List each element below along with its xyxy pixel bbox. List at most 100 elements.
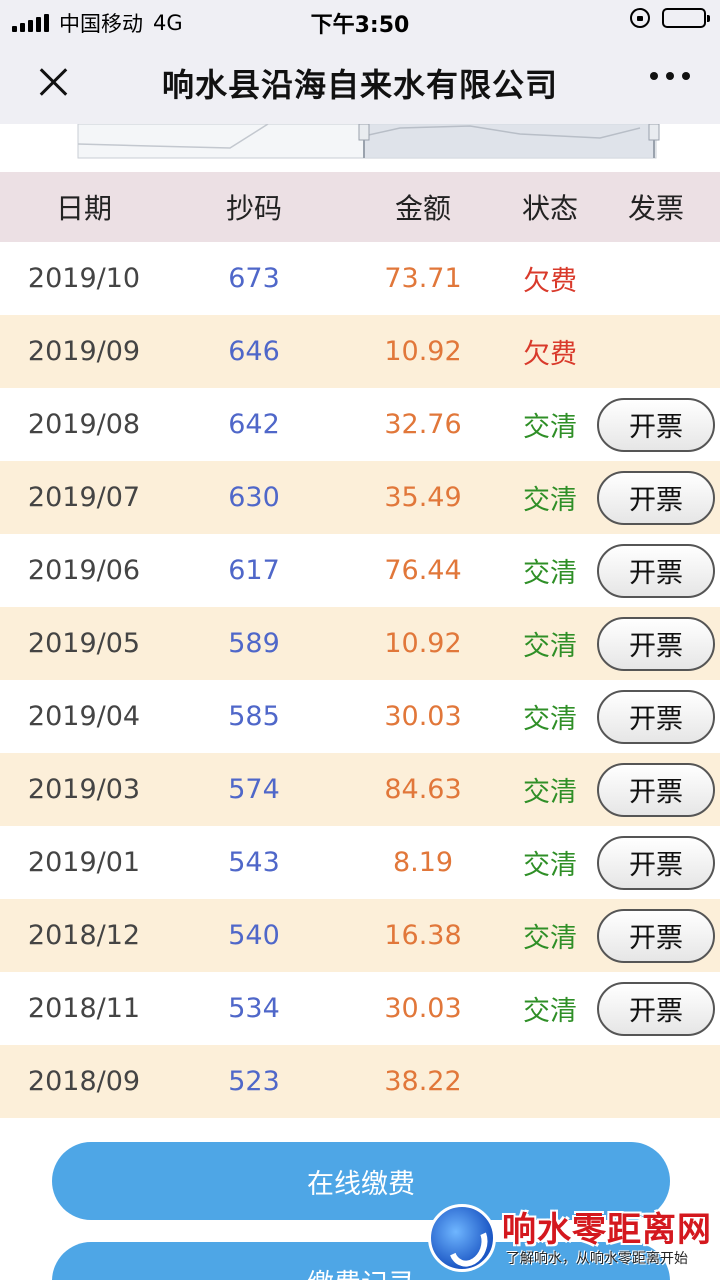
row-date: 2019/03 — [27, 774, 141, 805]
row-status: 欠费 — [523, 339, 577, 370]
table-header: 日期 抄码 金额 状态 发票 — [0, 172, 720, 242]
row-invoice-cell: 开票 — [596, 680, 716, 753]
table-row: 2019/01 543 8.19 交清 开票 — [0, 826, 720, 899]
row-status: 交清 — [523, 996, 577, 1027]
row-invoice-cell: 开票 — [596, 753, 716, 826]
row-date: 2019/04 — [27, 701, 141, 732]
row-amount: 10.92 — [384, 628, 462, 659]
row-status: 交清 — [523, 704, 577, 735]
row-invoice-cell — [596, 1045, 716, 1118]
header-amount: 金额 — [394, 192, 451, 225]
usage-chart-remnant — [0, 124, 720, 172]
row-date: 2018/12 — [27, 920, 141, 951]
issue-invoice-button[interactable]: 开票 — [597, 470, 715, 525]
issue-invoice-button[interactable]: 开票 — [597, 835, 715, 890]
row-code: 540 — [228, 920, 280, 951]
row-invoice-cell: 开票 — [596, 607, 716, 680]
table-row: 2019/05 589 10.92 交清 开票 — [0, 607, 720, 680]
table-row: 2018/11 534 30.03 交清 开票 — [0, 972, 720, 1045]
row-amount: 76.44 — [384, 555, 462, 586]
battery-icon — [662, 8, 710, 28]
rotation-lock-icon — [630, 8, 650, 28]
row-amount: 10.92 — [384, 336, 462, 367]
row-amount: 8.19 — [392, 847, 454, 878]
more-icon[interactable] — [650, 72, 690, 80]
table-row: 2018/12 540 16.38 交清 开票 — [0, 899, 720, 972]
row-amount: 73.71 — [384, 263, 462, 294]
table-row: 2019/10 673 73.71 欠费 — [0, 242, 720, 315]
watermark-subtitle: 了解响水，从响水零距离开始 — [506, 1251, 688, 1267]
table-row: 2019/07 630 35.49 交清 开票 — [0, 461, 720, 534]
row-amount: 16.38 — [384, 920, 462, 951]
table-row: 2018/09 523 38.22 — [0, 1045, 720, 1118]
header-status: 状态 — [521, 192, 578, 225]
row-invoice-cell: 开票 — [596, 388, 716, 461]
row-code: 630 — [228, 482, 280, 513]
row-code: 617 — [228, 555, 280, 586]
row-date: 2018/11 — [27, 993, 141, 1024]
close-icon[interactable] — [30, 58, 78, 106]
row-invoice-cell: 开票 — [596, 972, 716, 1045]
row-invoice-cell: 开票 — [596, 534, 716, 607]
row-amount: 30.03 — [384, 993, 462, 1024]
row-invoice-cell — [596, 242, 716, 315]
row-status: 交清 — [523, 558, 577, 589]
row-date: 2019/05 — [27, 628, 141, 659]
row-amount: 35.49 — [384, 482, 462, 513]
issue-invoice-button[interactable]: 开票 — [597, 908, 715, 963]
header-date: 日期 — [55, 192, 112, 225]
row-date: 2019/08 — [27, 409, 141, 440]
clock: 下午3:50 — [310, 13, 410, 38]
row-date: 2019/01 — [27, 847, 141, 878]
row-status: 交清 — [523, 923, 577, 954]
row-status — [500, 1045, 600, 1118]
row-status: 交清 — [523, 777, 577, 808]
row-code: 543 — [228, 847, 280, 878]
table-row: 2019/08 642 32.76 交清 开票 — [0, 388, 720, 461]
row-invoice-cell — [596, 315, 716, 388]
row-status: 交清 — [523, 412, 577, 443]
row-status: 交清 — [523, 485, 577, 516]
row-code: 673 — [228, 263, 280, 294]
row-date: 2018/09 — [27, 1066, 141, 1097]
row-amount: 84.63 — [384, 774, 462, 805]
row-amount: 30.03 — [384, 701, 462, 732]
status-bar: 中国移动 4G 下午3:50 — [0, 0, 720, 40]
watermark: 响水零距离网 了解响水，从响水零距离开始 — [428, 1198, 720, 1280]
row-amount: 38.22 — [384, 1066, 462, 1097]
row-date: 2019/09 — [27, 336, 141, 367]
issue-invoice-button[interactable]: 开票 — [597, 762, 715, 817]
chart-svg — [77, 124, 660, 159]
table-row: 2019/09 646 10.92 欠费 — [0, 315, 720, 388]
table-row: 2019/03 574 84.63 交清 开票 — [0, 753, 720, 826]
row-code: 523 — [228, 1066, 280, 1097]
watermark-title: 响水零距离网 — [502, 1210, 712, 1250]
watermark-logo-icon — [428, 1204, 496, 1272]
row-status: 交清 — [523, 631, 577, 662]
row-invoice-cell: 开票 — [596, 899, 716, 972]
table-row: 2019/06 617 76.44 交清 开票 — [0, 534, 720, 607]
row-status: 交清 — [523, 850, 577, 881]
row-code: 585 — [228, 701, 280, 732]
issue-invoice-button[interactable]: 开票 — [597, 616, 715, 671]
page: 中国移动 4G 下午3:50 响水县沿海自来水有限公司 日期 抄码 金额 状态 — [0, 0, 720, 1280]
nav-bar: 响水县沿海自来水有限公司 — [0, 40, 720, 124]
table-row: 2019/04 585 30.03 交清 开票 — [0, 680, 720, 753]
page-title: 响水县沿海自来水有限公司 — [161, 66, 558, 104]
row-code: 646 — [228, 336, 280, 367]
row-invoice-cell: 开票 — [596, 826, 716, 899]
issue-invoice-button[interactable]: 开票 — [597, 543, 715, 598]
issue-invoice-button[interactable]: 开票 — [597, 981, 715, 1036]
issue-invoice-button[interactable]: 开票 — [597, 689, 715, 744]
row-code: 642 — [228, 409, 280, 440]
row-code: 574 — [228, 774, 280, 805]
header-code: 抄码 — [225, 192, 282, 225]
row-code: 534 — [228, 993, 280, 1024]
row-date: 2019/10 — [27, 263, 141, 294]
header-invoice: 发票 — [627, 192, 684, 225]
issue-invoice-button[interactable]: 开票 — [597, 397, 715, 452]
row-status: 欠费 — [523, 266, 577, 297]
row-date: 2019/07 — [27, 482, 141, 513]
row-date: 2019/06 — [27, 555, 141, 586]
status-right — [630, 8, 710, 28]
